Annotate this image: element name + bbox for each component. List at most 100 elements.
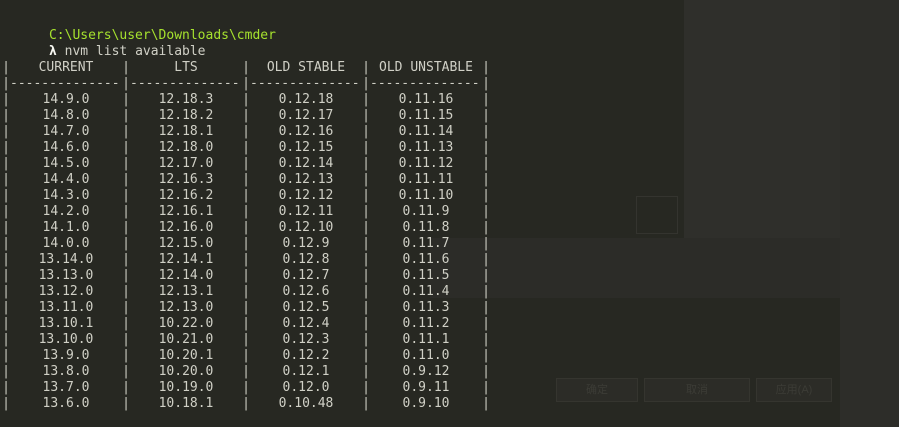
cell-old-unstable: 0.11.9 xyxy=(402,204,450,219)
column-divider: | xyxy=(362,204,370,219)
terminal-output: C:\Users\user\Downloads\cmder λ nvm list… xyxy=(2,12,622,412)
cell-old-unstable: 0.11.1 xyxy=(402,332,450,347)
table-row: | 13.10.1 | 10.22.0 | 0.12.4 | 0.11.2 | xyxy=(2,316,622,332)
header-old-unstable: OLD UNSTABLE xyxy=(379,60,473,75)
cell-old-unstable: 0.11.7 xyxy=(402,236,450,251)
column-divider: | xyxy=(482,76,490,91)
cell-old-unstable: 0.11.10 xyxy=(398,188,454,203)
column-divider: | xyxy=(242,92,250,107)
column-divider: | xyxy=(122,156,130,171)
column-divider: | xyxy=(242,300,250,315)
column-divider: | xyxy=(482,300,490,315)
separator-dashes: -------------- xyxy=(370,76,480,91)
table-row: | 14.9.0 | 12.18.3 | 0.12.18 | 0.11.16 | xyxy=(2,92,622,108)
cell-old-unstable: 0.11.13 xyxy=(398,140,454,155)
cell-old-unstable: 0.11.11 xyxy=(398,172,454,187)
cell-current: 14.3.0 xyxy=(42,188,90,203)
column-divider: | xyxy=(362,300,370,315)
cell-old-stable: 0.12.17 xyxy=(278,108,334,123)
column-divider: | xyxy=(122,332,130,347)
table-row: | 14.4.0 | 12.16.3 | 0.12.13 | 0.11.11 | xyxy=(2,172,622,188)
column-divider: | xyxy=(362,236,370,251)
column-divider: | xyxy=(2,380,10,395)
column-divider: | xyxy=(482,60,490,75)
table-row: | 14.8.0 | 12.18.2 | 0.12.17 | 0.11.15 | xyxy=(2,108,622,124)
table-separator-row: | -------------- | -------------- | ----… xyxy=(2,76,622,92)
table-row: | 13.6.0 | 10.18.1 | 0.10.48 | 0.9.10 | xyxy=(2,396,622,412)
cell-lts: 12.16.0 xyxy=(158,220,214,235)
column-divider: | xyxy=(362,172,370,187)
column-divider: | xyxy=(2,268,10,283)
cell-lts: 12.18.3 xyxy=(158,92,214,107)
cell-old-stable: 0.12.2 xyxy=(282,348,330,363)
column-divider: | xyxy=(482,364,490,379)
column-divider: | xyxy=(242,108,250,123)
column-divider: | xyxy=(482,268,490,283)
cell-old-stable: 0.10.48 xyxy=(278,396,334,411)
table-row: | 13.13.0 | 12.14.0 | 0.12.7 | 0.11.5 | xyxy=(2,268,622,284)
column-divider: | xyxy=(122,140,130,155)
column-divider: | xyxy=(122,284,130,299)
table-row: | 13.10.0 | 10.21.0 | 0.12.3 | 0.11.1 | xyxy=(2,332,622,348)
cmder-console-window[interactable]: 确定 取消 应用(A) C:\Users\user\Downloads\cmde… xyxy=(0,0,899,427)
column-divider: | xyxy=(2,236,10,251)
column-divider: | xyxy=(2,188,10,203)
column-divider: | xyxy=(362,108,370,123)
column-divider: | xyxy=(242,76,250,91)
table-row: | 13.9.0 | 10.20.1 | 0.12.2 | 0.11.0 | xyxy=(2,348,622,364)
column-divider: | xyxy=(362,156,370,171)
column-divider: | xyxy=(122,92,130,107)
table-row: | 14.2.0 | 12.16.1 | 0.12.11 | 0.11.9 | xyxy=(2,204,622,220)
column-divider: | xyxy=(122,124,130,139)
column-divider: | xyxy=(2,364,10,379)
current-directory: C:\Users\user\Downloads\cmder xyxy=(48,28,276,43)
column-divider: | xyxy=(2,204,10,219)
column-divider: | xyxy=(482,140,490,155)
column-divider: | xyxy=(2,156,10,171)
cell-old-stable: 0.12.11 xyxy=(278,204,334,219)
column-divider: | xyxy=(122,236,130,251)
column-divider: | xyxy=(482,156,490,171)
ghost-panel xyxy=(840,0,899,427)
column-divider: | xyxy=(362,332,370,347)
table-row: | 13.14.0 | 12.14.1 | 0.12.8 | 0.11.6 | xyxy=(2,252,622,268)
cell-old-stable: 0.12.4 xyxy=(282,316,330,331)
column-divider: | xyxy=(482,284,490,299)
column-divider: | xyxy=(482,316,490,331)
column-divider: | xyxy=(2,332,10,347)
cell-lts: 10.20.1 xyxy=(158,348,214,363)
cell-old-unstable: 0.9.10 xyxy=(402,396,450,411)
column-divider: | xyxy=(2,220,10,235)
table-row: | 14.5.0 | 12.17.0 | 0.12.14 | 0.11.12 | xyxy=(2,156,622,172)
cell-old-stable: 0.12.3 xyxy=(282,332,330,347)
cell-current: 13.12.0 xyxy=(38,284,94,299)
table-row: | 14.6.0 | 12.18.0 | 0.12.15 | 0.11.13 | xyxy=(2,140,622,156)
command-text: nvm list available xyxy=(64,44,206,59)
cell-lts: 12.15.0 xyxy=(158,236,214,251)
ghost-panel xyxy=(684,0,879,288)
column-divider: | xyxy=(482,252,490,267)
column-divider: | xyxy=(122,364,130,379)
cell-current: 14.8.0 xyxy=(42,108,90,123)
cell-current: 13.11.0 xyxy=(38,300,94,315)
column-divider: | xyxy=(362,60,370,75)
column-divider: | xyxy=(122,316,130,331)
cell-lts: 12.18.2 xyxy=(158,108,214,123)
cell-current: 13.9.0 xyxy=(42,348,90,363)
column-divider: | xyxy=(242,156,250,171)
column-divider: | xyxy=(362,252,370,267)
column-divider: | xyxy=(122,252,130,267)
column-divider: | xyxy=(2,140,10,155)
column-divider: | xyxy=(242,188,250,203)
column-divider: | xyxy=(482,348,490,363)
cell-current: 14.1.0 xyxy=(42,220,90,235)
column-divider: | xyxy=(242,284,250,299)
column-divider: | xyxy=(242,380,250,395)
prompt-lambda: λ xyxy=(48,44,57,59)
ghost-mark xyxy=(636,196,678,234)
column-divider: | xyxy=(122,380,130,395)
table-row: | 13.7.0 | 10.19.0 | 0.12.0 | 0.9.11 | xyxy=(2,380,622,396)
cell-lts: 12.13.0 xyxy=(158,300,214,315)
cell-old-unstable: 0.11.8 xyxy=(402,220,450,235)
column-divider: | xyxy=(122,220,130,235)
